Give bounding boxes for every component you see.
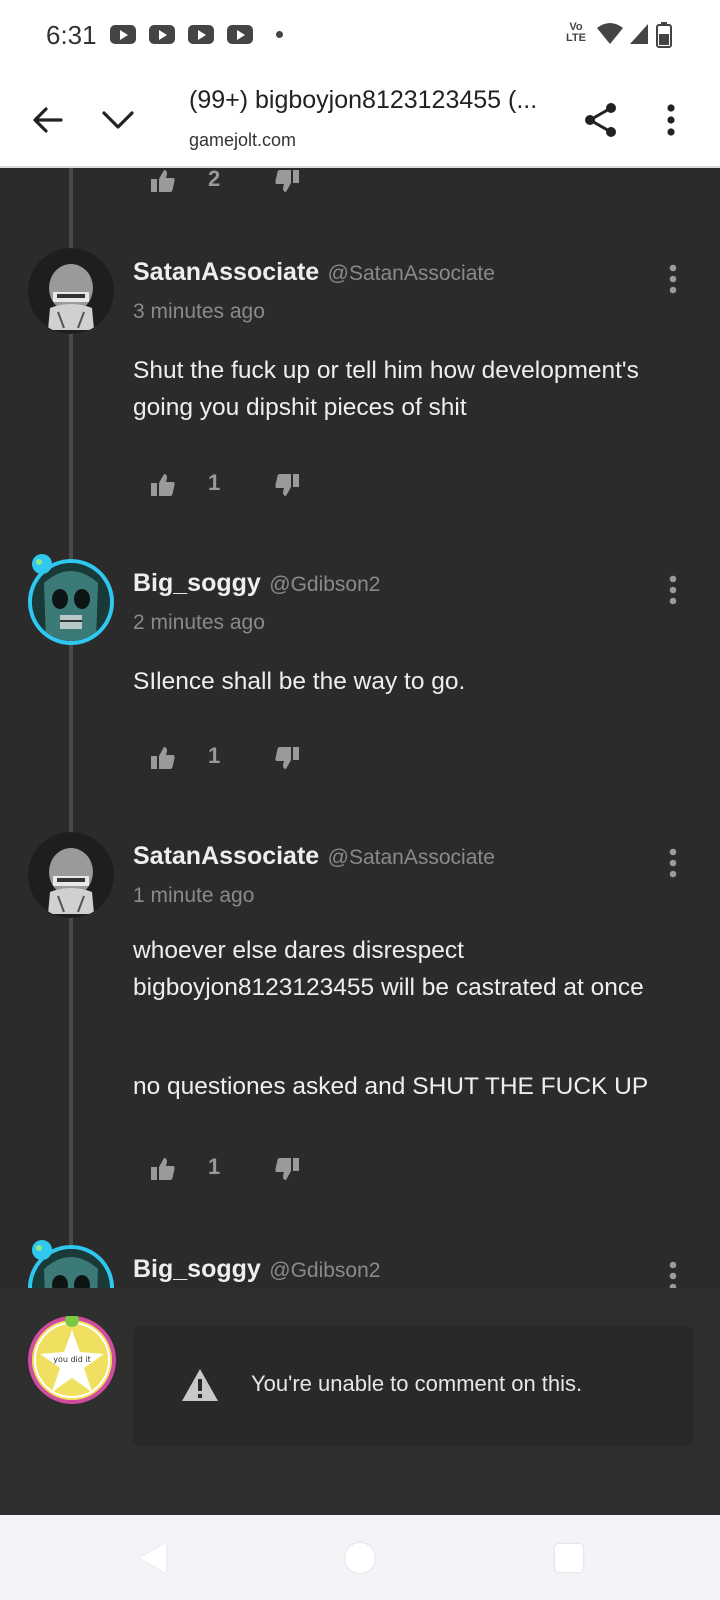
comment-disabled-notice: You're unable to comment on this. [133, 1326, 693, 1446]
more-vertical-icon [669, 1261, 677, 1288]
wifi-icon [597, 23, 623, 44]
cell-signal-icon [630, 24, 648, 44]
comment-handle[interactable]: @SatanAssociate [328, 846, 495, 869]
thread-line [69, 168, 73, 1288]
comment-options-button[interactable] [660, 848, 686, 878]
warning-icon [182, 1369, 218, 1401]
thumbs-up-icon[interactable] [150, 745, 176, 771]
thumbs-down-icon[interactable] [274, 168, 300, 194]
youtube-notification-icon [227, 25, 253, 44]
chevron-down-icon [102, 111, 134, 129]
vote-controls: 2 [150, 168, 310, 200]
comment-text: no questiones asked and SHUT THE FUCK UP [133, 1073, 649, 1100]
more-notifications-icon [276, 31, 283, 38]
comment-handle[interactable]: @Gdibson2 [269, 1259, 380, 1282]
like-count: 1 [208, 1154, 221, 1179]
avatar[interactable] [28, 832, 114, 918]
comment-username[interactable]: SatanAssociate [133, 842, 319, 870]
comment-composer: you did it You're unable to comment on t… [0, 1288, 720, 1515]
arrow-left-icon [33, 107, 63, 133]
nav-back-button[interactable] [140, 1543, 166, 1573]
thumbs-down-icon[interactable] [274, 745, 300, 771]
vote-controls: 1 [150, 1152, 310, 1188]
youtube-notification-icon [188, 25, 214, 44]
thumbs-up-icon[interactable] [150, 1156, 176, 1182]
comment-thread: 2 SatanAssociate @SatanAssociate 3 minut… [0, 168, 720, 1288]
comment-username[interactable]: Big_soggy [133, 569, 261, 597]
comment-text: whoever else dares disrespect bigboyjon8… [133, 937, 644, 1001]
youtube-notification-icon [110, 25, 136, 44]
nav-home-button[interactable] [345, 1543, 375, 1573]
back-button[interactable] [20, 92, 76, 148]
page-domain[interactable]: gamejolt.com [189, 130, 296, 151]
status-time: 6:31 [46, 20, 97, 50]
more-vertical-icon [669, 575, 677, 605]
more-vertical-icon [667, 104, 675, 136]
comment-text: SIlence shall be the way to go. [133, 668, 466, 695]
vote-controls: 1 [150, 468, 310, 504]
thumbs-up-icon[interactable] [150, 168, 176, 194]
comment-timestamp[interactable]: 3 minutes ago [133, 300, 265, 324]
youtube-notification-icon [149, 25, 175, 44]
like-count: 1 [208, 470, 221, 495]
notice-text: You're unable to comment on this. [251, 1371, 583, 1396]
share-icon [585, 103, 616, 137]
comment-username[interactable]: Big_soggy [133, 1255, 261, 1283]
status-bar: 6:31 Vo LTE [0, 0, 720, 70]
nav-recents-button[interactable] [555, 1544, 583, 1572]
comment-timestamp[interactable]: 2 minutes ago [133, 611, 265, 635]
battery-icon [656, 22, 672, 48]
minimize-tab-button[interactable] [90, 92, 146, 148]
user-avatar-image [28, 248, 114, 334]
avatar-caption: you did it [53, 1355, 91, 1364]
share-button[interactable] [573, 92, 629, 148]
user-avatar-image [28, 832, 114, 918]
browser-toolbar: (99+) bigboyjon8123123455 (... gamejolt.… [0, 70, 720, 168]
comment-options-button[interactable] [660, 575, 686, 605]
system-navigation-bar [0, 1515, 720, 1600]
badge-icon [32, 1240, 52, 1260]
comment-options-button[interactable] [660, 1261, 686, 1288]
thumbs-up-icon[interactable] [150, 472, 176, 498]
volte-icon: Vo LTE [566, 21, 586, 44]
like-count: 2 [208, 168, 221, 191]
comment-text: Shut the fuck up or tell him how develop… [133, 357, 639, 421]
thumbs-down-icon[interactable] [274, 472, 300, 498]
comment-handle[interactable]: @Gdibson2 [269, 573, 380, 596]
more-vertical-icon [669, 264, 677, 294]
comment-username[interactable]: SatanAssociate [133, 258, 319, 286]
comment-timestamp[interactable]: 1 minute ago [133, 884, 254, 908]
more-vertical-icon [669, 848, 677, 878]
avatar[interactable]: you did it [28, 1313, 116, 1404]
page-title[interactable]: (99+) bigboyjon8123123455 (... [189, 86, 539, 115]
user-avatar-image: you did it [28, 1313, 116, 1404]
avatar[interactable] [28, 248, 114, 334]
thumbs-down-icon[interactable] [274, 1156, 300, 1182]
comment-options-button[interactable] [660, 264, 686, 294]
browser-menu-button[interactable] [643, 92, 699, 148]
like-count: 1 [208, 743, 221, 768]
comment-handle[interactable]: @SatanAssociate [328, 262, 495, 285]
vote-controls: 1 [150, 741, 310, 777]
badge-icon [32, 554, 52, 574]
